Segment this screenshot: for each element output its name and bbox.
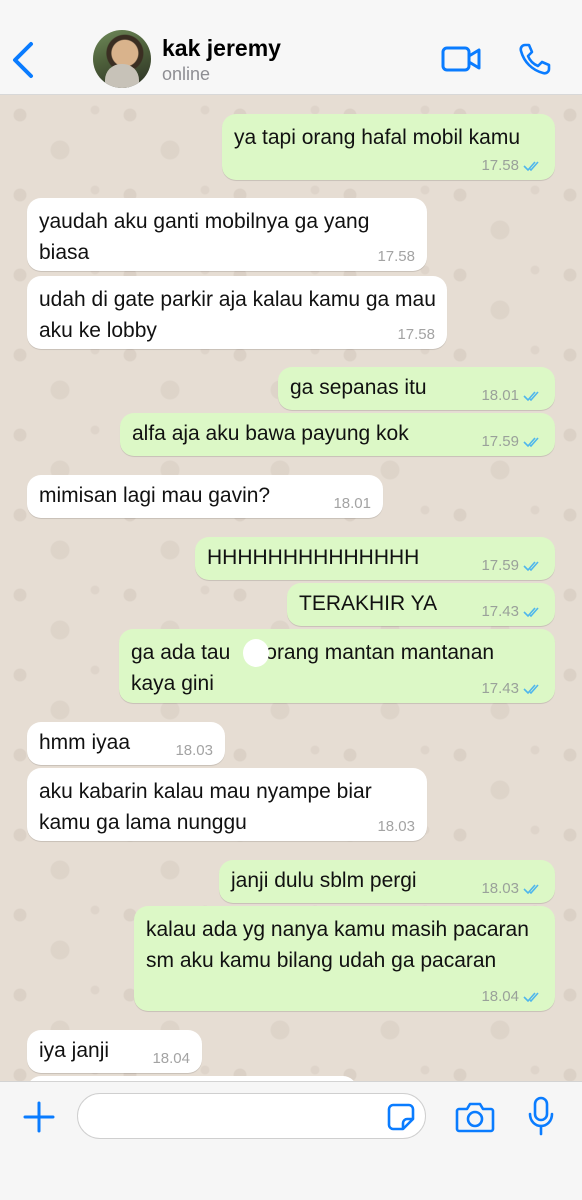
message-bubble-incoming[interactable]: mimisan lagi mau gavin? 18.01: [27, 475, 383, 518]
read-ticks-icon: [523, 391, 539, 402]
message-time: 17.59: [481, 434, 543, 450]
avatar[interactable]: [93, 30, 151, 88]
read-ticks-icon: [523, 884, 539, 895]
phone-call-icon[interactable]: [518, 42, 552, 76]
message-bubble-outgoing[interactable]: ga sepanas itu 18.01: [278, 367, 555, 410]
plus-icon[interactable]: [22, 1100, 56, 1134]
chevron-left-icon[interactable]: [10, 40, 36, 80]
message-time: 17.43: [481, 681, 543, 697]
message-list[interactable]: ya tapi orang hafal mobil kamu 17.58 yau…: [0, 95, 582, 1081]
chat-header: kak jeremy online: [0, 0, 582, 95]
message-bubble-incoming[interactable]: udah di gate parkir aja kalau kamu ga ma…: [27, 276, 447, 349]
message-time: 18.04: [152, 1050, 190, 1067]
message-text: aku kabarin kalau mau nyampe biar kamu g…: [39, 780, 372, 834]
message-bubble-incoming[interactable]: hmm iyaa 18.03: [27, 722, 225, 765]
read-ticks-icon: [523, 607, 539, 618]
composer-bar: [0, 1081, 582, 1200]
message-bubble-outgoing[interactable]: kalau ada yg nanya kamu masih pacaran sm…: [134, 906, 555, 1011]
message-bubble-incoming[interactable]: yaudah aku ganti mobilnya ga yang biasa …: [27, 198, 427, 271]
read-ticks-icon: [523, 992, 539, 1003]
microphone-icon[interactable]: [527, 1096, 555, 1136]
sticker-icon[interactable]: [386, 1102, 416, 1132]
message-time: 18.03: [377, 818, 415, 835]
message-time: 17.58: [481, 158, 543, 174]
message-text: ya tapi orang hafal mobil kamu: [234, 126, 520, 149]
message-time: 18.04: [481, 989, 543, 1005]
message-bubble-outgoing[interactable]: HHHHHHHHHHHHHH 17.59: [195, 537, 555, 580]
message-time: 18.03: [175, 742, 213, 759]
message-time: 18.01: [481, 388, 543, 404]
message-time: 17.58: [377, 248, 415, 265]
message-time: 18.01: [333, 495, 371, 512]
message-text: yaudah aku ganti mobilnya ga yang biasa: [39, 210, 370, 264]
contact-name[interactable]: kak jeremy: [162, 35, 281, 62]
message-bubble-outgoing[interactable]: ga ada tau orang mantan mantanan kaya gi…: [119, 629, 555, 703]
contact-status: online: [162, 64, 211, 84]
message-time: 17.59: [481, 558, 543, 574]
message-text: mimisan lagi mau gavin?: [39, 484, 271, 507]
camera-icon[interactable]: [455, 1100, 495, 1134]
read-ticks-icon: [523, 161, 539, 172]
message-bubble-incoming[interactable]: aku kabarin kalau mau nyampe biar kamu g…: [27, 768, 427, 841]
message-time: 17.43: [481, 604, 543, 620]
message-text: udah di gate parkir aja kalau kamu ga ma…: [39, 288, 436, 342]
message-bubble-incoming[interactable]: iya janji 18.04: [27, 1030, 202, 1073]
message-bubble-outgoing[interactable]: ya tapi orang hafal mobil kamu 17.58: [222, 114, 555, 180]
video-call-icon[interactable]: [441, 44, 481, 74]
read-ticks-icon: [523, 684, 539, 695]
message-time: 17.58: [397, 326, 435, 343]
message-bubble-outgoing[interactable]: alfa aja aku bawa payung kok 17.59: [120, 413, 555, 456]
redaction-mark: [243, 639, 269, 667]
message-time: 18.03: [481, 881, 543, 897]
message-text: kalau ada yg nanya kamu masih pacaran sm…: [146, 918, 529, 972]
read-ticks-icon: [523, 437, 539, 448]
read-ticks-icon: [523, 561, 539, 572]
message-bubble-outgoing[interactable]: TERAKHIR YA 17.43: [287, 583, 555, 626]
message-input[interactable]: [77, 1093, 426, 1139]
message-bubble-outgoing[interactable]: janji dulu sblm pergi 18.03: [219, 860, 555, 903]
